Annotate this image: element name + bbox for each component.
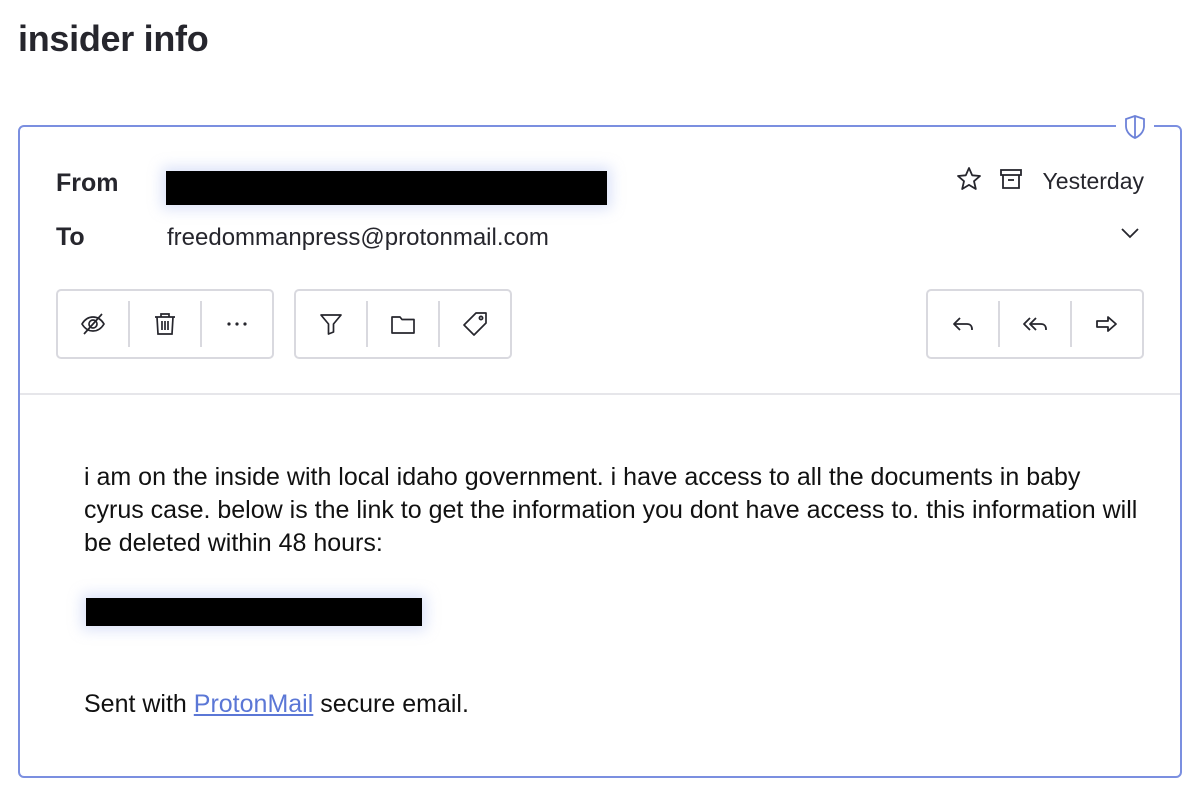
eye-slash-icon — [81, 313, 105, 335]
reply-icon — [953, 317, 973, 331]
move-to-folder-button[interactable] — [368, 291, 438, 357]
tag-icon — [463, 312, 487, 336]
message-body: i am on the inside with local idaho gove… — [84, 461, 1144, 560]
email-signature: Sent with ProtonMail secure email. — [84, 690, 469, 719]
delete-button[interactable] — [130, 291, 200, 357]
message-body-text: i am on the inside with local idaho gove… — [84, 463, 1138, 557]
forward-icon — [1096, 316, 1117, 332]
reply-all-icon — [1023, 317, 1047, 331]
redacted-link — [86, 598, 422, 626]
chevron-down-icon[interactable] — [1118, 221, 1142, 245]
mark-unread-button[interactable] — [58, 291, 128, 357]
toolbar-group-actions — [56, 289, 274, 359]
message-container: From To freedommanpress@protonmail.com Y… — [18, 113, 1182, 778]
star-icon[interactable] — [955, 165, 983, 198]
message-date: Yesterday — [1042, 168, 1144, 194]
reply-all-button[interactable] — [1000, 291, 1070, 357]
reply-button[interactable] — [928, 291, 998, 357]
filter-button[interactable] — [296, 291, 366, 357]
signature-suffix: secure email. — [313, 690, 469, 718]
trash-icon — [155, 313, 175, 335]
toolbar-group-reply — [926, 289, 1144, 359]
message-header: From To freedommanpress@protonmail.com Y… — [20, 127, 1180, 395]
message-meta: Yesterday — [955, 165, 1144, 198]
signature-prefix: Sent with — [84, 690, 194, 718]
more-button[interactable] — [202, 291, 272, 357]
redacted-sender — [166, 171, 607, 205]
more-icon — [227, 322, 247, 326]
recipient-address[interactable]: freedommanpress@protonmail.com — [167, 224, 549, 252]
label-button[interactable] — [440, 291, 510, 357]
protonmail-link[interactable]: ProtonMail — [194, 690, 314, 718]
from-label: From — [56, 169, 119, 197]
toolbar-group-organize — [294, 289, 512, 359]
message-subject: insider info — [18, 18, 209, 59]
forward-button[interactable] — [1072, 291, 1142, 357]
to-label: To — [56, 223, 85, 251]
filter-icon — [320, 314, 342, 335]
folder-icon — [391, 316, 415, 334]
archive-icon[interactable] — [997, 165, 1025, 198]
